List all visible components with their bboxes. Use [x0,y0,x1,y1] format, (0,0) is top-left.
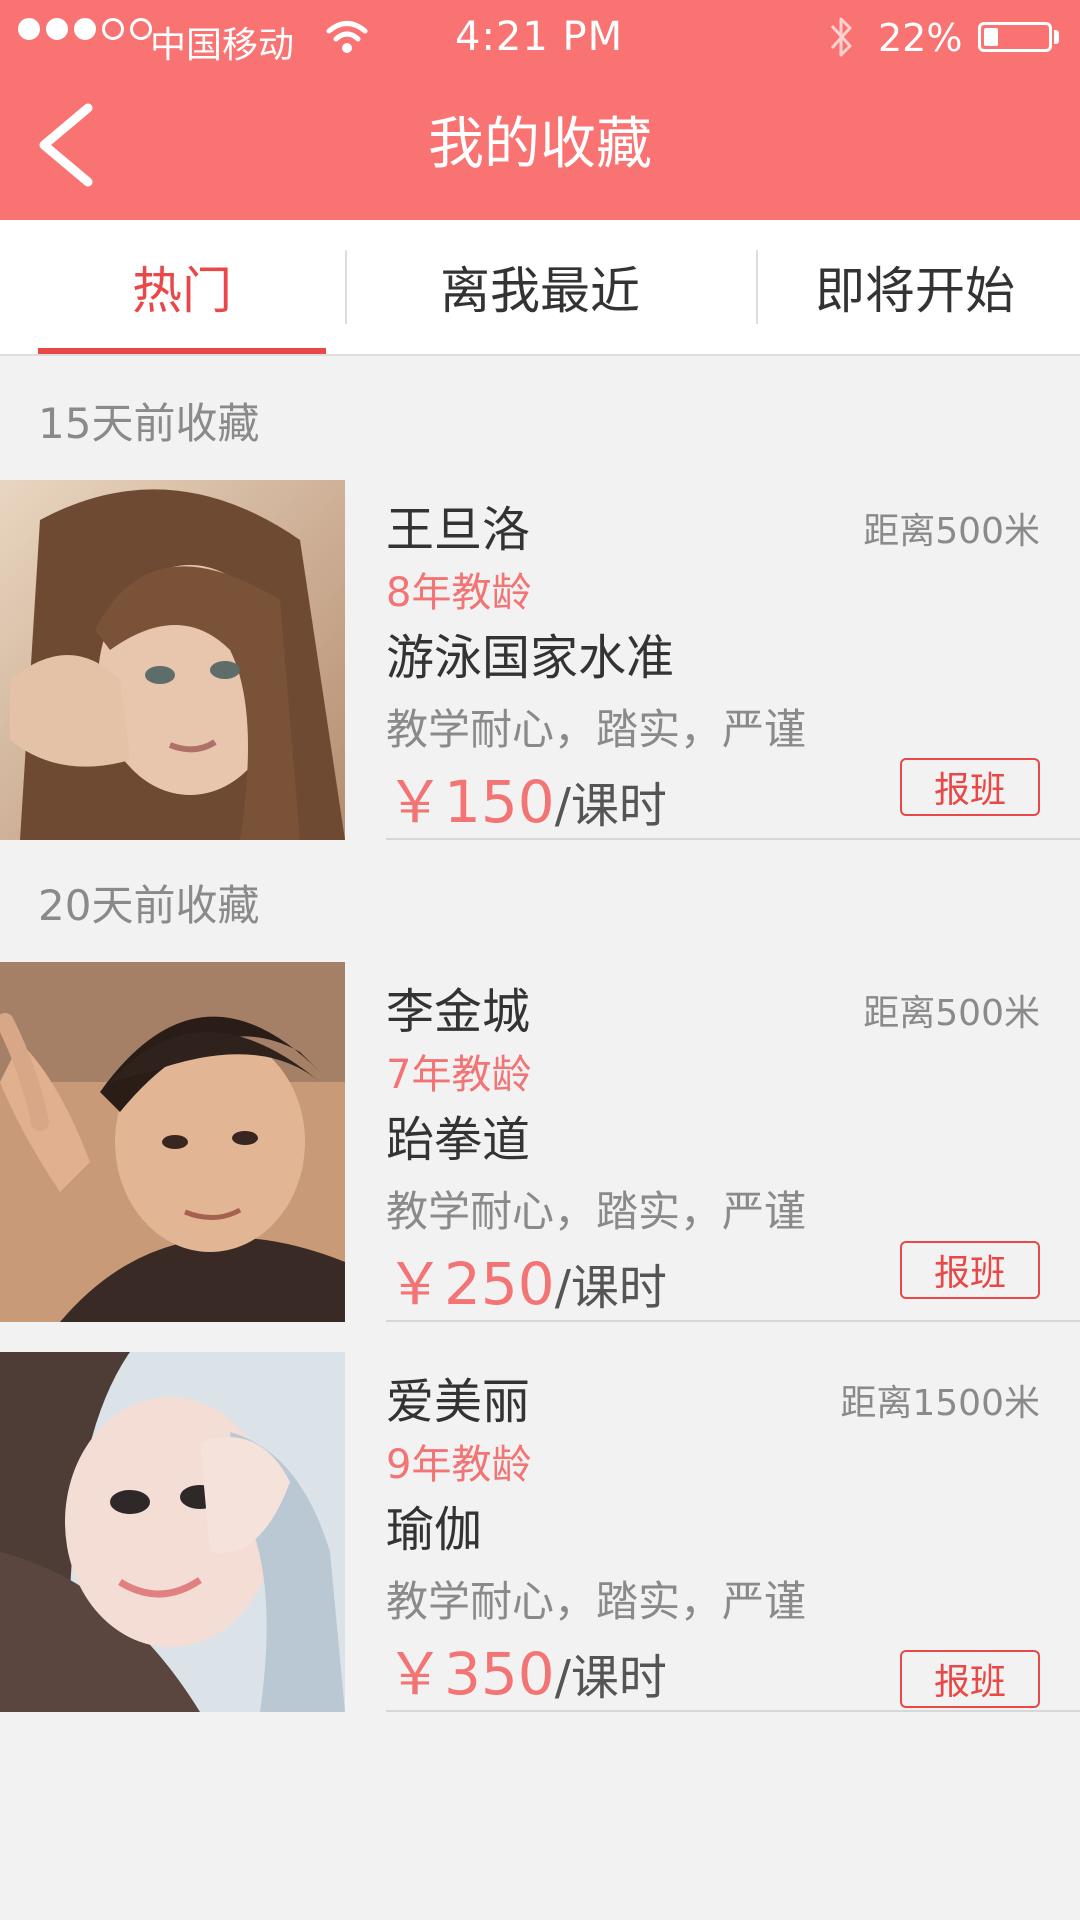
signal-dot [130,18,152,40]
carrier-name: 中国移动 [150,25,295,66]
teacher-name: 李金城 [386,984,531,1040]
status-time: 4:21 PM [455,14,624,60]
teacher-tags: 教学耐心，踏实，严谨 [386,1577,807,1626]
teacher-photo [0,962,345,1322]
teacher-price: ￥350/课时 [386,1627,667,1711]
signal-dot [74,18,96,40]
price-value: ￥150 [386,768,555,836]
teacher-distance: 距离500米 [863,993,1040,1034]
teacher-price: ￥150/课时 [386,755,667,839]
teacher-experience: 7年教龄 [386,1052,532,1098]
divider [386,1320,1080,1322]
teacher-subject: 游泳国家水准 [386,630,675,686]
divider [386,838,1080,840]
battery-fill [984,28,998,46]
teacher-experience: 8年教龄 [386,570,532,616]
enroll-button[interactable]: 报班 [900,1650,1040,1708]
teacher-tags: 教学耐心，踏实，严谨 [386,1187,807,1236]
app-header: 中国移动 4:21 PM 22% 我的收藏 [0,0,1080,220]
teacher-card[interactable]: 王旦洛 距离500米 8年教龄 游泳国家水准 教学耐心，踏实，严谨 ￥150/课… [0,480,1080,840]
teacher-distance: 距离1500米 [840,1383,1040,1424]
section-label: 20天前收藏 [38,881,260,930]
divider [386,1710,1080,1712]
section-label: 15天前收藏 [38,399,260,448]
tab-divider [345,250,347,324]
price-value: ￥250 [386,1250,555,1318]
teacher-name: 爱美丽 [386,1374,531,1430]
teacher-experience: 9年教龄 [386,1442,532,1488]
teacher-subject: 瑜伽 [386,1502,483,1558]
signal-dot [46,18,68,40]
battery-percent: 22% [878,16,963,60]
enroll-button[interactable]: 报班 [900,1241,1040,1299]
teacher-photo [0,1352,345,1712]
price-unit: /课时 [554,1650,667,1706]
wifi-icon [326,21,368,53]
teacher-price: ￥250/课时 [386,1237,667,1321]
price-unit: /课时 [554,778,667,834]
tab-nearest[interactable]: 离我最近 [380,220,700,354]
signal-icon [18,18,152,40]
teacher-photo [0,480,345,840]
teacher-distance: 距离500米 [863,511,1040,552]
tab-upcoming[interactable]: 即将开始 [780,220,1050,354]
teacher-name: 王旦洛 [386,502,531,558]
bluetooth-icon [830,17,852,57]
signal-dot [18,18,40,40]
teacher-card[interactable]: 爱美丽 距离1500米 9年教龄 瑜伽 教学耐心，踏实，严谨 ￥350/课时 报… [0,1352,1080,1712]
status-bar: 中国移动 4:21 PM 22% [0,0,1080,78]
teacher-subject: 跆拳道 [386,1112,531,1168]
battery-icon [978,22,1052,52]
tab-divider [756,250,758,324]
price-value: ￥350 [386,1640,555,1708]
battery-tip [1054,30,1059,44]
active-tab-indicator [38,348,326,354]
teacher-tags: 教学耐心，踏实，严谨 [386,705,807,754]
tab-hot[interactable]: 热门 [38,220,326,354]
teacher-card[interactable]: 李金城 距离500米 7年教龄 跆拳道 教学耐心，踏实，严谨 ￥250/课时 报… [0,962,1080,1322]
page-title: 我的收藏 [428,112,652,177]
price-unit: /课时 [554,1260,667,1316]
signal-dot [102,18,124,40]
enroll-button[interactable]: 报班 [900,758,1040,816]
tab-bar: 热门 离我最近 即将开始 [0,220,1080,356]
